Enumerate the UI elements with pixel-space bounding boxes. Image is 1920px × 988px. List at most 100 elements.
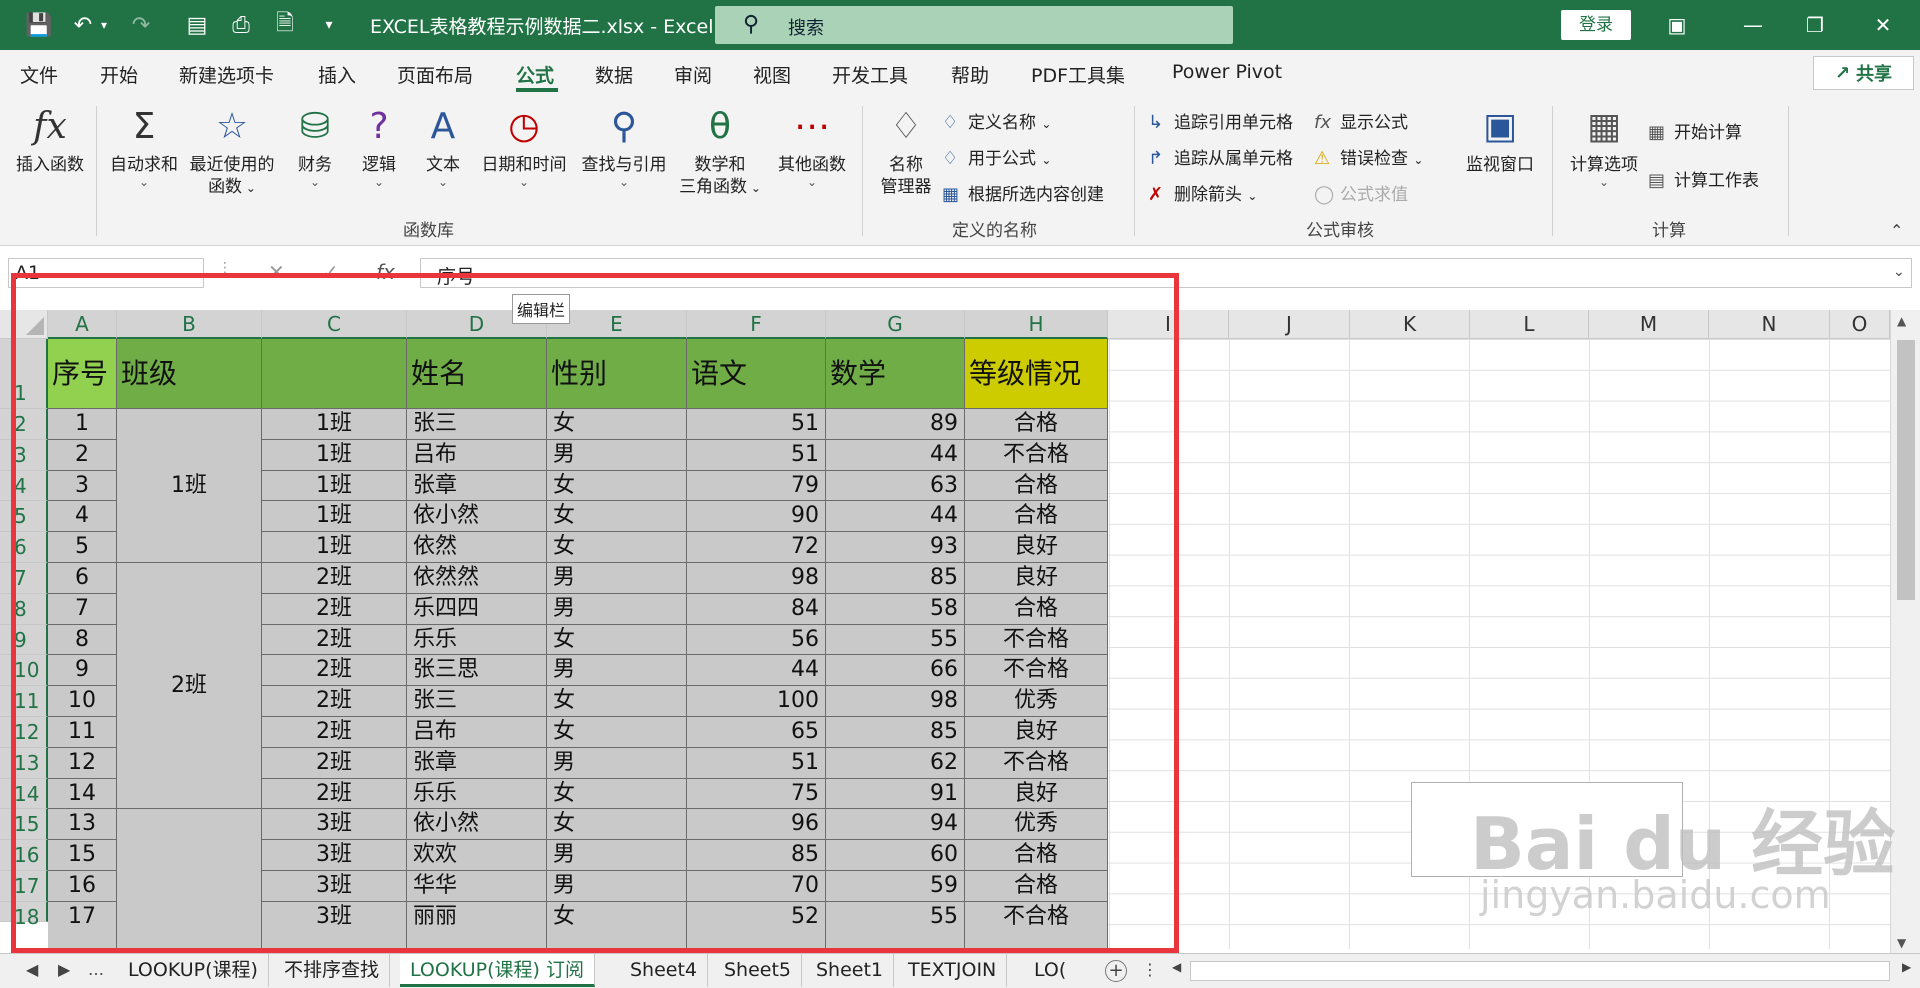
sheet-tab[interactable]: LO( bbox=[1024, 954, 1076, 987]
cell-gender[interactable]: 男 bbox=[547, 563, 687, 594]
form-icon[interactable]: ▤ bbox=[180, 8, 214, 42]
cell-seq[interactable]: 13 bbox=[48, 809, 117, 841]
row-header[interactable]: 6 bbox=[0, 532, 48, 563]
calc-options-button[interactable]: ▦ 计算选项 ⌄ bbox=[1564, 104, 1644, 188]
sheet-tab-active[interactable]: LOOKUP(课程) 订阅 bbox=[400, 954, 595, 987]
tab-file[interactable]: 文件 bbox=[20, 61, 58, 88]
cell-gender[interactable]: 女 bbox=[547, 717, 687, 748]
calculate-now-button[interactable]: ▦ 开始计算 bbox=[1648, 118, 1742, 143]
cell-class[interactable]: 2班 bbox=[262, 778, 407, 810]
tab-power-pivot[interactable]: Power Pivot bbox=[1172, 61, 1282, 83]
cell-gender[interactable]: 男 bbox=[547, 871, 687, 902]
cell-chinese[interactable]: 100 bbox=[687, 686, 826, 717]
cell-seq[interactable]: 12 bbox=[48, 747, 117, 779]
undo-icon[interactable]: ↶ bbox=[66, 8, 100, 42]
scroll-down-icon[interactable]: ▼ bbox=[1897, 936, 1906, 950]
tab-options-icon[interactable]: ⋮ bbox=[1142, 960, 1158, 979]
cell-chinese[interactable]: 51 bbox=[687, 439, 826, 471]
undo-dropdown-icon[interactable]: ▾ bbox=[96, 8, 112, 42]
column-header[interactable]: M bbox=[1589, 310, 1709, 339]
formula-input[interactable]: 序号 bbox=[420, 258, 1912, 288]
row-header[interactable]: 17 bbox=[0, 871, 48, 902]
scroll-track[interactable] bbox=[1190, 961, 1890, 981]
cell-math[interactable]: 98 bbox=[826, 686, 965, 717]
cell-math[interactable]: 44 bbox=[826, 501, 965, 533]
cell-grade[interactable]: 不合格 bbox=[965, 747, 1108, 779]
header-cell-chinese[interactable]: 语文 bbox=[687, 339, 826, 409]
row-header[interactable]: 12 bbox=[0, 717, 48, 748]
logical-button[interactable]: ? 逻辑 ⌄ bbox=[354, 104, 404, 188]
math-trig-button[interactable]: θ 数学和 三角函数 ⌄ bbox=[672, 104, 768, 199]
cell-seq[interactable]: 1 bbox=[48, 409, 117, 440]
cell-class[interactable]: 2班 bbox=[262, 563, 407, 594]
header-cell-name[interactable]: 姓名 bbox=[407, 339, 547, 409]
cell-class[interactable]: 3班 bbox=[262, 901, 407, 949]
create-from-selection-button[interactable]: ▦ 根据所选内容创建 bbox=[942, 180, 1104, 205]
insert-function-icon[interactable]: fx bbox=[376, 260, 395, 284]
cell-grade[interactable]: 不合格 bbox=[965, 655, 1108, 687]
cell-class[interactable]: 2班 bbox=[262, 655, 407, 687]
evaluate-formula-button[interactable]: ◯ 公式求值 bbox=[1314, 180, 1408, 205]
row-header[interactable]: 14 bbox=[0, 778, 48, 810]
cell-seq[interactable]: 4 bbox=[48, 501, 117, 533]
cell-seq[interactable]: 15 bbox=[48, 840, 117, 871]
column-header[interactable]: O bbox=[1830, 310, 1890, 339]
column-header[interactable]: F bbox=[687, 310, 826, 339]
login-button[interactable]: 登录 bbox=[1561, 10, 1631, 40]
lookup-button[interactable]: ⚲ 查找与引用 ⌄ bbox=[576, 104, 672, 188]
calculate-sheet-button[interactable]: ▤ 计算工作表 bbox=[1648, 166, 1759, 191]
cell-name[interactable]: 张三 bbox=[407, 409, 547, 440]
cell-name[interactable]: 乐乐 bbox=[407, 778, 547, 810]
trace-precedents-button[interactable]: ↳ 追踪引用单元格 bbox=[1148, 108, 1293, 133]
cell-chinese[interactable]: 98 bbox=[687, 563, 826, 594]
row-header[interactable]: 11 bbox=[0, 686, 48, 717]
cell-chinese[interactable]: 84 bbox=[687, 593, 826, 625]
cell-class[interactable]: 1班 bbox=[262, 501, 407, 533]
cell-gender[interactable]: 女 bbox=[547, 501, 687, 533]
tab-pdf[interactable]: PDF工具集 bbox=[1031, 61, 1125, 88]
document-icon[interactable]: 🗎 bbox=[268, 8, 302, 42]
sheet-tab[interactable]: LOOKUP(课程) bbox=[118, 954, 269, 987]
cell-chinese[interactable]: 79 bbox=[687, 470, 826, 502]
cell-gender[interactable]: 女 bbox=[547, 778, 687, 810]
define-name-button[interactable]: ♢ 定义名称 ⌄ bbox=[942, 108, 1051, 133]
cell-math[interactable]: 58 bbox=[826, 593, 965, 625]
cell-name[interactable]: 乐四四 bbox=[407, 593, 547, 625]
tab-page-layout[interactable]: 页面布局 bbox=[397, 61, 473, 88]
row-header[interactable]: 18 bbox=[0, 901, 48, 929]
cell-chinese[interactable]: 72 bbox=[687, 532, 826, 563]
cell-seq[interactable]: 8 bbox=[48, 624, 117, 656]
cell-grade[interactable]: 良好 bbox=[965, 778, 1108, 810]
cell-math[interactable]: 63 bbox=[826, 470, 965, 502]
cell-class[interactable]: 1班 bbox=[262, 439, 407, 471]
cell-grade[interactable]: 良好 bbox=[965, 563, 1108, 594]
cell-math[interactable]: 55 bbox=[826, 624, 965, 656]
tab-developer[interactable]: 开发工具 bbox=[832, 61, 908, 88]
cell-math[interactable]: 44 bbox=[826, 439, 965, 471]
cell-class[interactable]: 2班 bbox=[262, 624, 407, 656]
cell-name[interactable]: 丽丽 bbox=[407, 901, 547, 949]
cell-name[interactable]: 依小然 bbox=[407, 809, 547, 841]
cell-class[interactable]: 3班 bbox=[262, 871, 407, 902]
cell-name[interactable]: 依然然 bbox=[407, 563, 547, 594]
header-cell-gender[interactable]: 性别 bbox=[547, 339, 687, 409]
cell-math[interactable]: 85 bbox=[826, 563, 965, 594]
row-header[interactable]: 8 bbox=[0, 593, 48, 625]
cell-name[interactable]: 依小然 bbox=[407, 501, 547, 533]
cell-chinese[interactable]: 65 bbox=[687, 717, 826, 748]
header-cell-seq[interactable]: 序号 bbox=[48, 339, 117, 409]
sheet-tab[interactable]: Sheet1 bbox=[806, 954, 895, 987]
tab-insert[interactable]: 插入 bbox=[318, 61, 356, 88]
cell-chinese[interactable]: 85 bbox=[687, 840, 826, 871]
cell-grade[interactable]: 合格 bbox=[965, 840, 1108, 871]
cell-seq[interactable]: 2 bbox=[48, 439, 117, 471]
cell-name[interactable]: 乐乐 bbox=[407, 624, 547, 656]
cell-chinese[interactable]: 51 bbox=[687, 409, 826, 440]
column-header[interactable]: J bbox=[1229, 310, 1350, 339]
cell-math[interactable]: 93 bbox=[826, 532, 965, 563]
cell-seq[interactable]: 14 bbox=[48, 778, 117, 810]
cell-class[interactable]: 3班 bbox=[262, 809, 407, 841]
cell-math[interactable]: 94 bbox=[826, 809, 965, 841]
cell-seq[interactable]: 11 bbox=[48, 717, 117, 748]
cell-gender[interactable]: 女 bbox=[547, 470, 687, 502]
